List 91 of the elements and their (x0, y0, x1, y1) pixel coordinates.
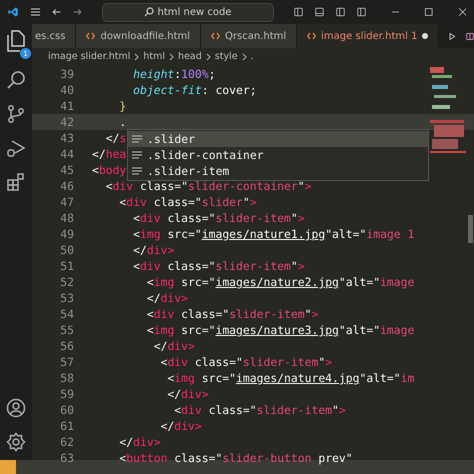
code-line: height:100%; (132, 67, 216, 81)
chevron-icon (242, 52, 247, 60)
line-number: 62 (59, 435, 75, 449)
code-line: </div> (152, 339, 195, 353)
editor-tab[interactable]: Qrscan.html (201, 24, 298, 48)
source-control-icon[interactable] (6, 104, 26, 124)
code-line: <img src="images/nature4.jpg"alt="im (166, 371, 414, 385)
command-search-field[interactable]: html new code (102, 2, 274, 22)
code-line: <div class="slider-container"> (104, 179, 312, 193)
line-number: 57 (59, 355, 75, 369)
code-line: <body (92, 163, 126, 177)
line-number: 61 (59, 419, 75, 433)
code-line: <div class="slider-item"> (132, 211, 305, 225)
code-line: </div> (146, 291, 188, 305)
line-number: 49 (59, 227, 75, 241)
code-line: </div> (166, 387, 209, 401)
layout-icon[interactable] (314, 6, 324, 18)
line-number: 48 (59, 211, 75, 225)
code-line: . (118, 115, 126, 129)
layout-icon[interactable] (336, 6, 344, 18)
layout-icon[interactable] (294, 6, 302, 18)
forward-arrow-icon[interactable] (72, 7, 82, 17)
code-line: } (118, 99, 126, 113)
breadcrumb-item[interactable]: style (214, 51, 238, 62)
extensions-icon[interactable] (6, 172, 26, 192)
editor-tab[interactable]: es.css (32, 24, 76, 48)
line-number: 40 (59, 83, 75, 97)
code-line: <div class="slider-item"> (173, 403, 346, 417)
code-line: </div> (160, 419, 202, 433)
back-arrow-icon[interactable] (52, 7, 60, 17)
code-line: object-fit: cover; (132, 83, 257, 97)
run-icon[interactable] (449, 30, 456, 42)
settings-icon[interactable] (6, 432, 26, 452)
suggestion-item[interactable]: .slider-item (128, 163, 428, 179)
code-line: <button class="slider-button prev" (118, 451, 353, 465)
code-line: <img src="images/nature2.jpg"alt="image (146, 275, 414, 289)
line-number: 46 (59, 179, 75, 193)
line-number: 53 (59, 291, 75, 305)
line-number: 58 (59, 371, 75, 385)
text-icon (132, 166, 142, 176)
code-line: </s (104, 131, 126, 145)
editor-tab[interactable]: downloadfile.html (76, 24, 202, 48)
line-number: 52 (59, 275, 75, 289)
breadcrumb-item[interactable]: head (178, 51, 202, 62)
search-icon[interactable] (6, 70, 26, 90)
app-logo-icon (8, 5, 18, 19)
suggestion-item[interactable]: .slider (128, 131, 428, 147)
line-number: 43 (59, 131, 75, 145)
run-debug-icon[interactable] (6, 138, 26, 158)
code-line: <img src="images/nature3.jpg"alt="image (146, 323, 414, 337)
chevron-icon (206, 52, 211, 60)
line-number: 54 (59, 307, 75, 321)
code-line: <div class="slider-item"> (160, 355, 332, 369)
line-number: 41 (59, 99, 75, 113)
suggestion-item[interactable]: .slider-container (128, 147, 428, 163)
line-number: 59 (59, 387, 75, 401)
code-line: </div> (132, 243, 174, 257)
close-icon[interactable] (458, 7, 466, 17)
line-number: 55 (59, 323, 75, 337)
line-number: 56 (59, 339, 75, 353)
breadcrumb-item[interactable]: . (250, 51, 254, 62)
text-icon (132, 134, 142, 144)
line-number: 44 (59, 147, 75, 161)
code-line: <div class="slider-item"> (132, 259, 305, 273)
editor-tab[interactable]: image slider.html 1 (297, 24, 440, 48)
line-number: 45 (59, 163, 75, 177)
line-number: 51 (59, 259, 75, 273)
line-number: 60 (59, 403, 75, 417)
code-line: <div class="slider-item"> (146, 307, 318, 321)
layout-icon[interactable] (356, 6, 366, 18)
scrollbar[interactable] (468, 215, 473, 243)
code-line: </hea (92, 147, 126, 161)
line-number: 39 (59, 67, 75, 81)
search-icon (144, 7, 154, 17)
line-number: 47 (59, 195, 75, 209)
menu-icon[interactable] (30, 7, 40, 17)
maximize-icon[interactable] (425, 7, 432, 17)
files-icon[interactable] (6, 30, 26, 52)
line-number: 42 (59, 115, 75, 129)
breadcrumb-item[interactable]: image slider.html (48, 51, 130, 62)
account-icon[interactable] (6, 398, 26, 418)
line-number: 63 (59, 451, 75, 465)
chevron-icon (169, 52, 174, 60)
code-line: <img src="images/nature1.jpg"alt="image 1 (132, 227, 414, 241)
text-icon (132, 150, 142, 160)
line-number: 50 (59, 243, 75, 257)
code-line: </div> (118, 435, 161, 449)
chevron-icon (134, 52, 140, 60)
split-editor-icon[interactable] (466, 30, 474, 42)
breadcrumb-item[interactable]: html (143, 51, 166, 62)
code-line: <div class="slider"> (118, 195, 257, 209)
